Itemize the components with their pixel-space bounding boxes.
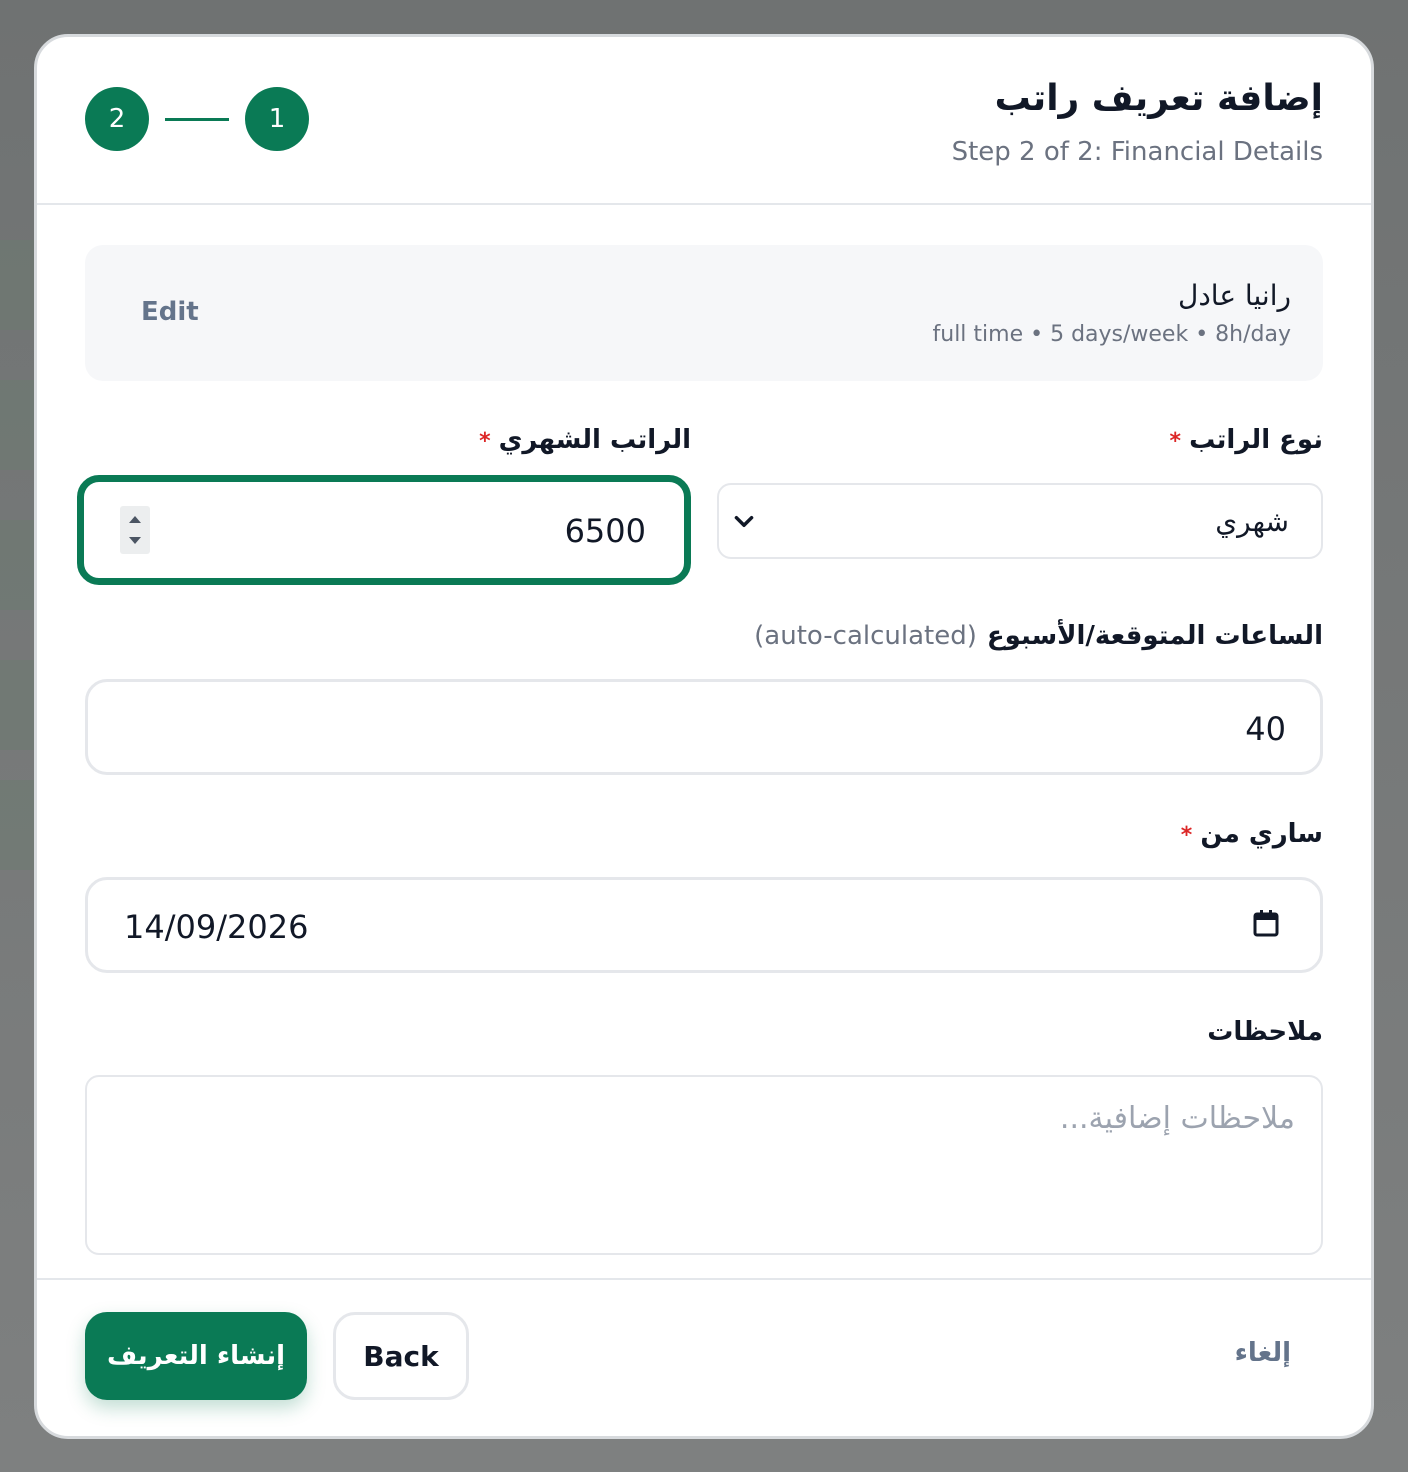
- salary-type-label: نوع الراتب *: [717, 425, 1323, 461]
- salary-type-value: شهري: [1215, 505, 1289, 538]
- notes-field: ملاحظات ملاحظات إضافية...: [85, 1017, 1323, 1255]
- edit-button[interactable]: Edit: [141, 297, 199, 327]
- cancel-button[interactable]: إلغاء: [1235, 1338, 1291, 1368]
- monthly-salary-value: 6500: [564, 512, 646, 550]
- salary-type-field: نوع الراتب * شهري: [717, 425, 1323, 585]
- employee-name: رانيا عادل: [1177, 279, 1291, 312]
- effective-from-field: ساري من * 14/09/2026: [85, 819, 1323, 973]
- step-1-indicator: 1: [245, 87, 309, 151]
- modal-header: إضافة تعريف راتب Step 2 of 2: Financial …: [37, 37, 1371, 205]
- expected-hours-label-text: الساعات المتوقعة/الأسبوع: [986, 621, 1323, 651]
- auto-calculated-hint: (auto-calculated): [754, 621, 977, 651]
- modal-footer: إنشاء التعريف Back إلغاء: [37, 1278, 1371, 1436]
- notes-textarea[interactable]: ملاحظات إضافية...: [85, 1075, 1323, 1255]
- employee-summary-card: رانيا عادل full time • 5 days/week • 8h/…: [85, 245, 1323, 381]
- required-mark: *: [1180, 823, 1193, 848]
- salary-type-select[interactable]: شهري: [717, 483, 1323, 559]
- monthly-salary-field: الراتب الشهري * 6500: [77, 425, 691, 585]
- stepper: 2 1: [85, 87, 309, 151]
- effective-from-label: ساري من *: [85, 819, 1323, 855]
- salary-row: نوع الراتب * شهري الراتب الشهري * 6500: [77, 425, 1323, 585]
- expected-hours-input[interactable]: 40: [85, 679, 1323, 775]
- salary-definition-modal: إضافة تعريف راتب Step 2 of 2: Financial …: [34, 34, 1374, 1439]
- step-2-indicator: 2: [85, 87, 149, 151]
- monthly-salary-label-text: الراتب الشهري: [498, 425, 691, 455]
- effective-from-label-text: ساري من: [1200, 819, 1323, 849]
- monthly-salary-input[interactable]: 6500: [77, 475, 691, 585]
- spinner-arrows-icon[interactable]: [120, 506, 150, 554]
- effective-from-value: 14/09/2026: [124, 908, 309, 946]
- required-mark: *: [1169, 429, 1182, 454]
- back-button[interactable]: Back: [333, 1312, 469, 1400]
- calendar-icon[interactable]: [1252, 908, 1280, 942]
- monthly-salary-label: الراتب الشهري *: [85, 425, 691, 461]
- expected-hours-value: 40: [1245, 710, 1286, 748]
- create-definition-button[interactable]: إنشاء التعريف: [85, 1312, 307, 1400]
- modal-body: رانيا عادل full time • 5 days/week • 8h/…: [37, 205, 1371, 1255]
- notes-placeholder: ملاحظات إضافية...: [1059, 1101, 1295, 1136]
- chevron-down-icon: [731, 509, 757, 539]
- notes-label: ملاحظات: [1207, 1017, 1323, 1047]
- expected-hours-label: الساعات المتوقعة/الأسبوع (auto-calculated…: [85, 621, 1323, 657]
- step-connector: [165, 117, 229, 121]
- employee-schedule: full time • 5 days/week • 8h/day: [932, 322, 1292, 347]
- required-mark: *: [479, 429, 491, 454]
- effective-from-date-input[interactable]: 14/09/2026: [85, 877, 1323, 973]
- salary-type-label-text: نوع الراتب: [1189, 425, 1323, 455]
- expected-hours-field: الساعات المتوقعة/الأسبوع (auto-calculated…: [85, 621, 1323, 775]
